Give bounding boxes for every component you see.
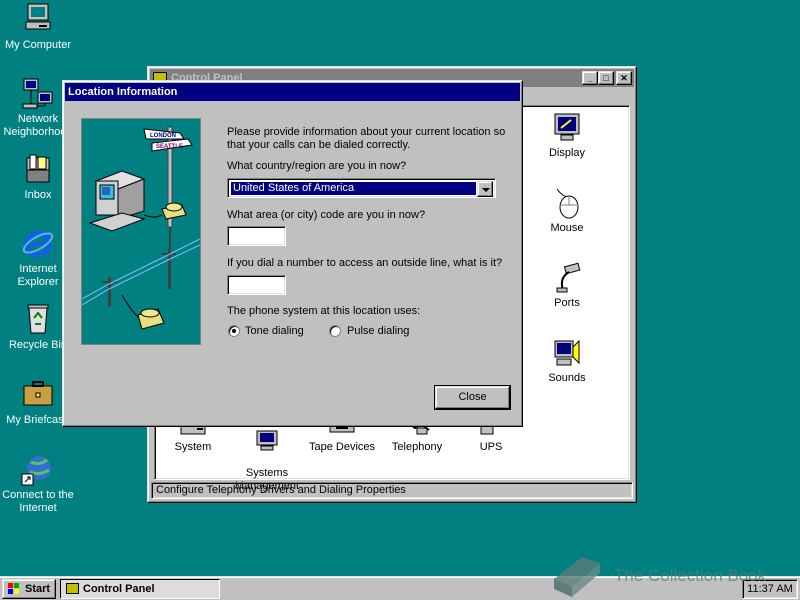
country-value: United States of America: [230, 181, 477, 196]
sign-london: LONDON: [150, 133, 176, 139]
cp-item-label: Sounds: [548, 372, 586, 384]
tone-dialing-radio[interactable]: [228, 325, 240, 337]
sounds-icon: [551, 337, 583, 369]
cp-item-label: Display: [548, 147, 586, 159]
briefcase-icon: [21, 377, 55, 411]
cp-item-label: Tape Devices: [308, 441, 376, 453]
location-information-dialog[interactable]: Location Information LONDON SEATTLE Plea…: [62, 80, 523, 427]
cp-item-label: Telephony: [391, 441, 443, 453]
cp-item-label: System: [174, 441, 212, 453]
cp-item-ports[interactable]: Ports: [531, 262, 603, 310]
country-dropdown[interactable]: United States of America: [227, 178, 496, 198]
phone-system-label: The phone system at this location uses:: [227, 305, 421, 317]
cp-item-mouse[interactable]: Mouse: [531, 187, 603, 235]
status-bar: Configure Telephony Drivers and Dialing …: [151, 482, 633, 499]
cp-item-label: Mouse: [550, 222, 584, 234]
close-window-button[interactable]: ✕: [616, 71, 632, 85]
start-label: Start: [25, 583, 51, 595]
taskbar-button-control-panel[interactable]: Control Panel: [60, 579, 220, 599]
book-icon: [548, 553, 608, 600]
desktop-icon-label: My Computer: [4, 39, 72, 51]
sign-seattle: SEATTLE: [156, 144, 183, 150]
cp-item-label: UPS: [479, 441, 503, 453]
dialog-title: Location Information: [68, 86, 178, 98]
location-illustration: LONDON SEATTLE: [81, 118, 201, 345]
area-code-input[interactable]: [227, 226, 286, 246]
cp-item-display[interactable]: Display: [531, 112, 603, 160]
area-code-label: What area (or city) code are you in now?: [227, 209, 426, 221]
desktop-icon-label: Connect to the Internet: [2, 489, 74, 514]
ie-icon: [21, 226, 55, 260]
recycle-bin-icon: [21, 302, 55, 336]
chevron-down-icon[interactable]: [477, 181, 493, 197]
close-button[interactable]: Close: [434, 385, 511, 410]
connect-icon: [21, 452, 55, 486]
minimize-button[interactable]: _: [582, 71, 598, 85]
cp-item-sounds[interactable]: Sounds: [531, 337, 603, 385]
desktop-icon-my-computer[interactable]: My Computer: [0, 2, 76, 52]
task-label: Control Panel: [83, 583, 155, 595]
intro-text: Please provide information about your cu…: [227, 126, 506, 151]
systems-management-icon: [251, 429, 283, 451]
pulse-dialing-label[interactable]: Pulse dialing: [347, 325, 409, 338]
dialog-titlebar[interactable]: Location Information: [65, 83, 520, 101]
pulse-dialing-radio[interactable]: [329, 325, 341, 337]
watermark: The Collection Book: [548, 553, 788, 598]
cp-item-label: Ports: [554, 297, 580, 309]
tone-dialing-label[interactable]: Tone dialing: [245, 325, 304, 338]
watermark-text: The Collection Book: [614, 566, 767, 585]
mouse-icon: [551, 187, 583, 219]
ports-icon: [551, 262, 583, 294]
outside-line-input[interactable]: [227, 275, 286, 295]
folder-icon: [66, 583, 79, 594]
my-computer-icon: [21, 2, 55, 36]
desktop-icon-connect-internet[interactable]: Connect to the Internet: [0, 452, 76, 515]
outside-line-label: If you dial a number to access an outsid…: [227, 257, 503, 269]
inbox-icon: [21, 152, 55, 186]
network-icon: [21, 76, 55, 110]
display-icon: [551, 112, 583, 144]
maximize-button[interactable]: □: [598, 71, 614, 85]
start-button[interactable]: Start: [2, 579, 56, 599]
country-label: What country/region are you in now?: [227, 160, 407, 172]
windows-logo-icon: [7, 583, 21, 595]
